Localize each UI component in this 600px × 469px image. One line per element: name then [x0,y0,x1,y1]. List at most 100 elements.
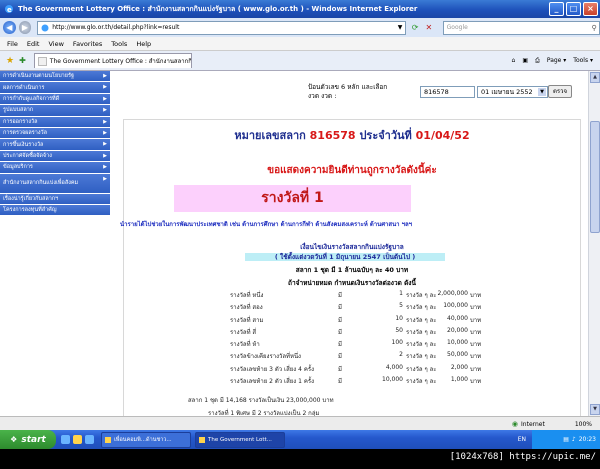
sidebar-item-claim[interactable]: การขึ้นเงินรางวัล ▶ [0,139,110,151]
prize-table: รางวัลที่ หนึ่ง มี 1 รางวัล ๆ ละ 2,000,000 บา… [230,288,490,386]
refresh-icon[interactable]: ⟳ [409,22,421,34]
address-bar[interactable]: http://www.glo.or.th/detail.php?link=res… [37,20,407,35]
prize-mi: มี [338,316,342,324]
menu-file[interactable]: File [7,40,18,48]
close-button[interactable]: × [583,2,598,16]
scroll-thumb[interactable] [590,121,600,233]
taskbar-item-ie[interactable]: The Government Lott... [195,431,285,448]
tools-menu[interactable]: Tools ▾ [573,57,593,64]
sidebar-item-label: การขึ้นเงินรางวัล [3,141,44,148]
minimize-button[interactable]: _ [549,2,564,16]
search-input[interactable]: Google [444,24,589,31]
menu-tools[interactable]: Tools [111,40,127,48]
stop-icon[interactable]: ✕ [423,22,435,34]
sidebar-item-services[interactable]: ข้อมูลบริการ ▶ [0,162,110,174]
resolution-watermark: [1024x768] https://upic.me/ [449,452,596,462]
sidebar-item-check[interactable]: การตรวจผลรางวัล ▶ [0,127,110,140]
sidebar-item-label: การดำเนินงานตามนโยบายรัฐ [3,73,74,80]
page-menu[interactable]: Page ▾ [547,57,566,64]
browser-window: e The Government Lottery Office : สำนักง… [0,0,600,449]
sidebar-item-draw[interactable]: การออกรางวัล ▶ [0,116,110,128]
table-row: รางวัลข้างเคียงรางวัลที่หนึ่ง มี 2 รางวัล ๆ… [230,349,490,361]
chevron-right-icon: ▶ [103,73,107,79]
favorites-star-icon[interactable]: ★ [6,56,14,66]
prize-count: 4,000 [385,363,403,371]
prize-mi: มี [338,365,342,373]
menu-edit[interactable]: Edit [27,40,40,48]
desktop-launch-icon[interactable] [85,435,94,444]
clock[interactable]: 20:23 [579,436,596,443]
scroll-up-icon[interactable]: ▲ [590,72,600,83]
sidebar-item-knowledge[interactable]: เรื่องน่ารู้เกี่ยวกับสลากฯ [0,193,110,205]
prize-amount: 2,000,000 [437,290,468,297]
feeds-icon[interactable]: ▣ [522,57,528,64]
taskbar-item-label: The Government Lott... [208,436,272,443]
prize-title: รางวัลที่ 1 [174,185,411,212]
taskbar-item-folder[interactable]: เพื่อนคอมพิ...ด้านชาว... [101,431,191,448]
quick-launch [61,435,97,444]
menu-favorites[interactable]: Favorites [73,40,102,48]
chevron-right-icon: ▶ [103,152,107,159]
conditions-ticket: สลาก 1 ชุด มี 1 ล้านฉบับๆ ละ 40 บาท [295,266,409,274]
search-icon[interactable]: ⚲ [589,24,599,32]
prize-count: 2 [399,351,403,359]
menu-help[interactable]: Help [136,40,151,48]
check-button[interactable]: ตรวจ [548,85,572,98]
zoom-level[interactable]: 100% [575,421,592,428]
draw-date-select[interactable]: 01 เมษายน 2552 ▼ [477,86,548,98]
table-row: รางวัลเลขท้าย 3 ตัว เสี่ยง 4 ครั้ง มี 4,00… [230,362,490,374]
sidebar-item-label: ผลการดำเนินการ [3,84,45,91]
back-button[interactable]: ◀ [3,21,16,34]
sidebar-item-governance[interactable]: การกำกับดูแลกิจการที่ดี ▶ [0,93,110,106]
draw-date-value: 01 เมษายน 2552 [481,88,533,96]
windows-logo-icon: ❖ [10,435,18,444]
start-button[interactable]: ❖ start [0,430,56,449]
sidebar-item-results[interactable]: ผลการดำเนินการ ▶ [0,82,110,94]
sidebar-item-projects[interactable]: โครงการลงทุนที่สำคัญ [0,204,110,217]
chevron-right-icon: ▶ [103,95,107,102]
sidebar-item-procurement[interactable]: ประกาศจัดซื้อจัดจ้าง ▶ [0,150,110,163]
ie-launch-icon[interactable] [61,435,70,444]
prize-name: รางวัลที่ ห้า [230,341,260,349]
prize-count: 5 [399,302,403,310]
prize-name: รางวัลเลขท้าย 3 ตัว เสี่ยง 4 ครั้ง [230,365,314,373]
table-row: รางวัลที่ สอง มี 5 รางวัล ๆ ละ 100,000 บาท [230,300,490,312]
ticket-number-input[interactable]: 816578 [420,86,475,98]
prize-baht: บาท [470,365,482,373]
volume-icon[interactable]: ♪ [572,436,576,443]
network-icon[interactable]: ▤ [563,436,569,443]
bottom-strip: [1024x768] https://upic.me/ [0,449,600,469]
address-input[interactable]: http://www.glo.or.th/detail.php?link=res… [52,24,397,31]
forward-button[interactable]: ▶ [18,21,32,34]
command-bar: ⌂ ▣ ⎙ Page ▾ Tools ▾ [512,57,600,65]
sidebar-item-policy[interactable]: การดำเนินงานตามนโยบายรัฐ ▶ [0,71,110,83]
menu-bar: File Edit View Favorites Tools Help [0,37,600,51]
vertical-scrollbar[interactable]: ▲ ▼ [588,71,600,416]
footer-total: สลาก 1 ชุด มี 14,168 รางวัลเป็นเงิน 23,0… [188,397,334,404]
search-box[interactable]: Google ⚲ [442,20,600,35]
tab-glo[interactable]: The Government Lottery Office : สำนักงาน… [33,53,192,68]
prize-name: รางวัลที่ สาม [230,316,264,324]
prize-mi: มี [338,378,342,386]
maximize-button[interactable]: □ [566,2,581,16]
table-row: รางวัลเลขท้าย 2 ตัว เสี่ยง 1 ครั้ง มี 10,0… [230,374,490,386]
add-favorite-icon[interactable]: ✚ [19,56,26,65]
prize-name: รางวัลที่ หนึ่ง [230,292,264,299]
home-icon[interactable]: ⌂ [512,57,516,64]
sidebar-item-label: เรื่องน่ารู้เกี่ยวกับสลากฯ [3,195,59,202]
conditions-effective: ( ใช้ตั้งแต่งวดวันที่ 1 มิถุนายน 2547 เป… [245,253,445,261]
taskbar-item-label: เพื่อนคอมพิ...ด้านชาว... [114,436,172,443]
ticket-number: 816578 [309,129,356,142]
folder-launch-icon[interactable] [73,435,82,444]
sidebar-item-social[interactable]: สำนักงานสลากกินแบ่งเพื่อสังคม ▶ [0,173,110,194]
globe-icon: ◉ [511,420,519,428]
dropdown-arrow-icon[interactable]: ▼ [398,24,403,31]
sidebar-item-ticket-design[interactable]: รูปแบบสลาก ▶ [0,105,110,117]
print-icon[interactable]: ⎙ [535,57,540,65]
menu-view[interactable]: View [48,40,63,48]
prize-baht: บาท [470,316,482,324]
chevron-down-icon[interactable]: ▼ [538,88,546,96]
scroll-down-icon[interactable]: ▼ [590,404,600,415]
svg-text:e: e [7,6,12,14]
language-indicator[interactable]: EN [518,436,526,443]
